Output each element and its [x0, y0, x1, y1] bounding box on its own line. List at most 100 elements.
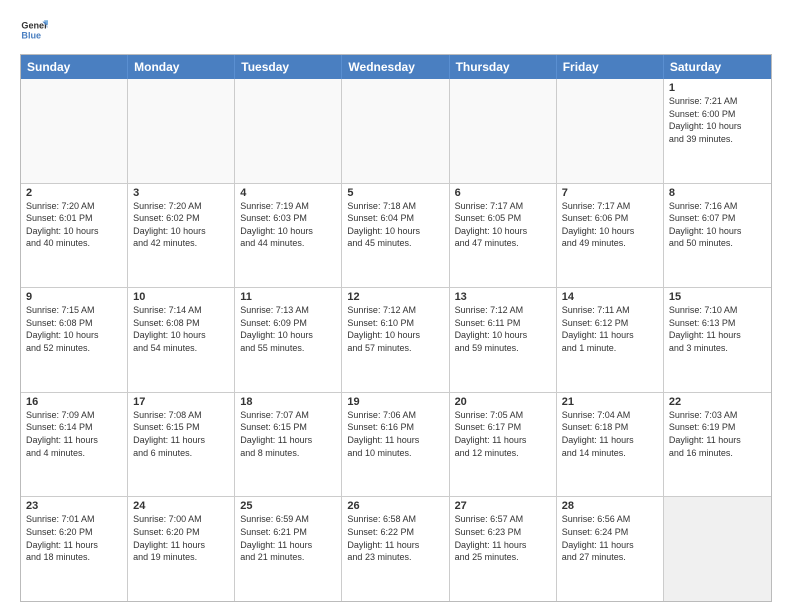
- day-info: Sunrise: 7:21 AM Sunset: 6:00 PM Dayligh…: [669, 95, 766, 145]
- day-number: 17: [133, 396, 229, 408]
- day-info: Sunrise: 7:20 AM Sunset: 6:01 PM Dayligh…: [26, 200, 122, 250]
- day-number: 15: [669, 291, 766, 303]
- day-info: Sunrise: 7:12 AM Sunset: 6:10 PM Dayligh…: [347, 304, 443, 354]
- day-number: 19: [347, 396, 443, 408]
- calendar: SundayMondayTuesdayWednesdayThursdayFrid…: [20, 54, 772, 602]
- day-cell-22: 22Sunrise: 7:03 AM Sunset: 6:19 PM Dayli…: [664, 393, 771, 497]
- empty-cell: [450, 79, 557, 183]
- day-number: 18: [240, 396, 336, 408]
- header-cell-saturday: Saturday: [664, 55, 771, 79]
- day-cell-16: 16Sunrise: 7:09 AM Sunset: 6:14 PM Dayli…: [21, 393, 128, 497]
- day-info: Sunrise: 6:59 AM Sunset: 6:21 PM Dayligh…: [240, 513, 336, 563]
- calendar-row-4: 16Sunrise: 7:09 AM Sunset: 6:14 PM Dayli…: [21, 393, 771, 498]
- day-info: Sunrise: 7:17 AM Sunset: 6:05 PM Dayligh…: [455, 200, 551, 250]
- day-info: Sunrise: 7:00 AM Sunset: 6:20 PM Dayligh…: [133, 513, 229, 563]
- calendar-row-2: 2Sunrise: 7:20 AM Sunset: 6:01 PM Daylig…: [21, 184, 771, 289]
- day-cell-3: 3Sunrise: 7:20 AM Sunset: 6:02 PM Daylig…: [128, 184, 235, 288]
- day-info: Sunrise: 6:57 AM Sunset: 6:23 PM Dayligh…: [455, 513, 551, 563]
- day-cell-24: 24Sunrise: 7:00 AM Sunset: 6:20 PM Dayli…: [128, 497, 235, 601]
- day-info: Sunrise: 7:07 AM Sunset: 6:15 PM Dayligh…: [240, 409, 336, 459]
- day-number: 14: [562, 291, 658, 303]
- day-info: Sunrise: 7:03 AM Sunset: 6:19 PM Dayligh…: [669, 409, 766, 459]
- header-cell-thursday: Thursday: [450, 55, 557, 79]
- day-info: Sunrise: 7:20 AM Sunset: 6:02 PM Dayligh…: [133, 200, 229, 250]
- day-number: 23: [26, 500, 122, 512]
- day-info: Sunrise: 7:16 AM Sunset: 6:07 PM Dayligh…: [669, 200, 766, 250]
- day-number: 20: [455, 396, 551, 408]
- day-cell-8: 8Sunrise: 7:16 AM Sunset: 6:07 PM Daylig…: [664, 184, 771, 288]
- day-number: 22: [669, 396, 766, 408]
- day-number: 5: [347, 187, 443, 199]
- day-cell-1: 1Sunrise: 7:21 AM Sunset: 6:00 PM Daylig…: [664, 79, 771, 183]
- day-info: Sunrise: 7:05 AM Sunset: 6:17 PM Dayligh…: [455, 409, 551, 459]
- day-number: 7: [562, 187, 658, 199]
- day-cell-19: 19Sunrise: 7:06 AM Sunset: 6:16 PM Dayli…: [342, 393, 449, 497]
- day-cell-27: 27Sunrise: 6:57 AM Sunset: 6:23 PM Dayli…: [450, 497, 557, 601]
- day-number: 12: [347, 291, 443, 303]
- day-number: 13: [455, 291, 551, 303]
- day-info: Sunrise: 7:17 AM Sunset: 6:06 PM Dayligh…: [562, 200, 658, 250]
- header-cell-tuesday: Tuesday: [235, 55, 342, 79]
- empty-cell: [235, 79, 342, 183]
- day-info: Sunrise: 7:09 AM Sunset: 6:14 PM Dayligh…: [26, 409, 122, 459]
- day-cell-12: 12Sunrise: 7:12 AM Sunset: 6:10 PM Dayli…: [342, 288, 449, 392]
- day-number: 8: [669, 187, 766, 199]
- day-info: Sunrise: 7:13 AM Sunset: 6:09 PM Dayligh…: [240, 304, 336, 354]
- calendar-row-3: 9Sunrise: 7:15 AM Sunset: 6:08 PM Daylig…: [21, 288, 771, 393]
- day-number: 24: [133, 500, 229, 512]
- calendar-row-1: 1Sunrise: 7:21 AM Sunset: 6:00 PM Daylig…: [21, 79, 771, 184]
- day-cell-21: 21Sunrise: 7:04 AM Sunset: 6:18 PM Dayli…: [557, 393, 664, 497]
- empty-cell: [557, 79, 664, 183]
- empty-cell: [664, 497, 771, 601]
- day-number: 27: [455, 500, 551, 512]
- day-info: Sunrise: 6:56 AM Sunset: 6:24 PM Dayligh…: [562, 513, 658, 563]
- day-cell-4: 4Sunrise: 7:19 AM Sunset: 6:03 PM Daylig…: [235, 184, 342, 288]
- day-number: 4: [240, 187, 336, 199]
- day-cell-17: 17Sunrise: 7:08 AM Sunset: 6:15 PM Dayli…: [128, 393, 235, 497]
- logo: General Blue: [20, 16, 48, 44]
- day-number: 21: [562, 396, 658, 408]
- calendar-header-row: SundayMondayTuesdayWednesdayThursdayFrid…: [21, 55, 771, 79]
- day-number: 2: [26, 187, 122, 199]
- day-number: 10: [133, 291, 229, 303]
- day-number: 26: [347, 500, 443, 512]
- day-info: Sunrise: 7:12 AM Sunset: 6:11 PM Dayligh…: [455, 304, 551, 354]
- day-number: 1: [669, 82, 766, 94]
- day-number: 6: [455, 187, 551, 199]
- empty-cell: [342, 79, 449, 183]
- header-cell-wednesday: Wednesday: [342, 55, 449, 79]
- day-number: 16: [26, 396, 122, 408]
- day-info: Sunrise: 7:04 AM Sunset: 6:18 PM Dayligh…: [562, 409, 658, 459]
- day-cell-13: 13Sunrise: 7:12 AM Sunset: 6:11 PM Dayli…: [450, 288, 557, 392]
- day-info: Sunrise: 7:15 AM Sunset: 6:08 PM Dayligh…: [26, 304, 122, 354]
- day-number: 11: [240, 291, 336, 303]
- day-number: 25: [240, 500, 336, 512]
- header-cell-sunday: Sunday: [21, 55, 128, 79]
- day-cell-6: 6Sunrise: 7:17 AM Sunset: 6:05 PM Daylig…: [450, 184, 557, 288]
- day-cell-5: 5Sunrise: 7:18 AM Sunset: 6:04 PM Daylig…: [342, 184, 449, 288]
- day-cell-26: 26Sunrise: 6:58 AM Sunset: 6:22 PM Dayli…: [342, 497, 449, 601]
- day-info: Sunrise: 7:10 AM Sunset: 6:13 PM Dayligh…: [669, 304, 766, 354]
- empty-cell: [21, 79, 128, 183]
- svg-text:Blue: Blue: [21, 30, 41, 40]
- day-info: Sunrise: 7:11 AM Sunset: 6:12 PM Dayligh…: [562, 304, 658, 354]
- day-cell-2: 2Sunrise: 7:20 AM Sunset: 6:01 PM Daylig…: [21, 184, 128, 288]
- day-cell-20: 20Sunrise: 7:05 AM Sunset: 6:17 PM Dayli…: [450, 393, 557, 497]
- day-cell-28: 28Sunrise: 6:56 AM Sunset: 6:24 PM Dayli…: [557, 497, 664, 601]
- day-cell-7: 7Sunrise: 7:17 AM Sunset: 6:06 PM Daylig…: [557, 184, 664, 288]
- calendar-body: 1Sunrise: 7:21 AM Sunset: 6:00 PM Daylig…: [21, 79, 771, 601]
- empty-cell: [128, 79, 235, 183]
- day-info: Sunrise: 6:58 AM Sunset: 6:22 PM Dayligh…: [347, 513, 443, 563]
- calendar-row-5: 23Sunrise: 7:01 AM Sunset: 6:20 PM Dayli…: [21, 497, 771, 601]
- day-info: Sunrise: 7:18 AM Sunset: 6:04 PM Dayligh…: [347, 200, 443, 250]
- day-cell-18: 18Sunrise: 7:07 AM Sunset: 6:15 PM Dayli…: [235, 393, 342, 497]
- day-cell-10: 10Sunrise: 7:14 AM Sunset: 6:08 PM Dayli…: [128, 288, 235, 392]
- day-info: Sunrise: 7:19 AM Sunset: 6:03 PM Dayligh…: [240, 200, 336, 250]
- day-cell-23: 23Sunrise: 7:01 AM Sunset: 6:20 PM Dayli…: [21, 497, 128, 601]
- day-cell-14: 14Sunrise: 7:11 AM Sunset: 6:12 PM Dayli…: [557, 288, 664, 392]
- day-number: 3: [133, 187, 229, 199]
- day-info: Sunrise: 7:01 AM Sunset: 6:20 PM Dayligh…: [26, 513, 122, 563]
- header-cell-friday: Friday: [557, 55, 664, 79]
- header: General Blue: [20, 16, 772, 44]
- day-cell-9: 9Sunrise: 7:15 AM Sunset: 6:08 PM Daylig…: [21, 288, 128, 392]
